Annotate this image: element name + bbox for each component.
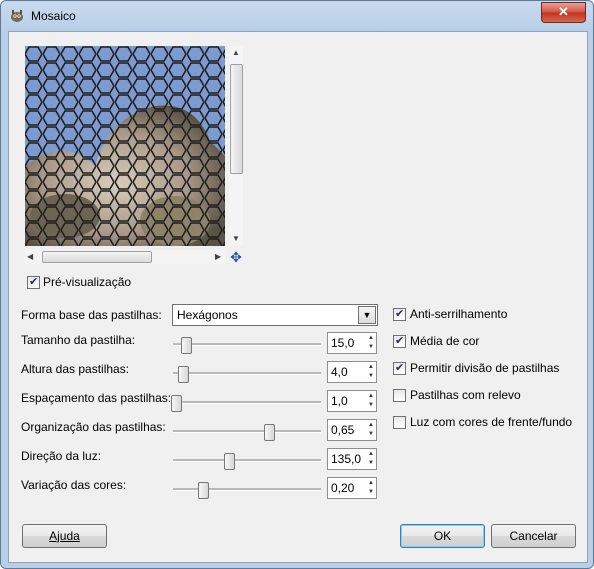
value-spinbox[interactable]: 135,0 ▲ ▼ bbox=[327, 448, 377, 470]
option-label[interactable]: Média de cor bbox=[410, 334, 479, 348]
horizontal-scroll-thumb[interactable] bbox=[42, 251, 152, 263]
tile-geometry-value: Hexágonos bbox=[177, 308, 238, 322]
spin-up-icon[interactable]: ▲ bbox=[367, 392, 375, 401]
option-checkbox[interactable] bbox=[393, 389, 406, 402]
value-spinbox[interactable]: 1,0 ▲ ▼ bbox=[327, 390, 377, 412]
preview-image[interactable] bbox=[25, 46, 225, 246]
help-button-label: Ajuda bbox=[49, 529, 80, 543]
cancel-button-label: Cancelar bbox=[509, 529, 558, 543]
value-spinbox[interactable]: 15,0 ▲ ▼ bbox=[327, 332, 377, 354]
spin-down-icon[interactable]: ▼ bbox=[367, 430, 375, 439]
spin-down-icon[interactable]: ▼ bbox=[367, 459, 375, 468]
slider-track[interactable] bbox=[173, 482, 321, 499]
slider-track[interactable] bbox=[173, 453, 321, 470]
spinbox-value[interactable]: 0,65 bbox=[331, 423, 354, 437]
slider-track[interactable] bbox=[173, 424, 321, 441]
option-label[interactable]: Permitir divisão de pastilhas bbox=[410, 361, 559, 375]
preview-vertical-scrollbar[interactable]: ▲ ▼ bbox=[229, 46, 243, 246]
spinbox-value[interactable]: 135,0 bbox=[331, 452, 361, 466]
spin-up-icon[interactable]: ▲ bbox=[367, 421, 375, 430]
title-bar: Mosaico ✕ bbox=[1, 1, 593, 31]
spinbox-value[interactable]: 15,0 bbox=[331, 336, 354, 350]
value-spinbox[interactable]: 0,65 ▲ ▼ bbox=[327, 419, 377, 441]
dialog-content: ▲ ▼ ◀ ▶ ✥ Pré-visualização Forma base da… bbox=[8, 31, 588, 563]
help-button[interactable]: Ajuda bbox=[22, 524, 107, 548]
option-label[interactable]: Pastilhas com relevo bbox=[410, 388, 521, 402]
chevron-down-icon[interactable]: ▼ bbox=[358, 306, 376, 324]
spinbox-value[interactable]: 1,0 bbox=[331, 394, 348, 408]
slider-label: Organização das pastilhas: bbox=[21, 420, 166, 434]
preview-label[interactable]: Pré-visualização bbox=[43, 275, 131, 289]
close-icon: ✕ bbox=[558, 4, 569, 19]
slider-track[interactable] bbox=[173, 366, 321, 383]
preview-horizontal-scrollbar[interactable]: ◀ ▶ bbox=[25, 250, 225, 264]
window-title: Mosaico bbox=[31, 9, 76, 23]
spin-up-icon[interactable]: ▲ bbox=[367, 479, 375, 488]
slider-track[interactable] bbox=[173, 337, 321, 354]
spin-down-icon[interactable]: ▼ bbox=[367, 372, 375, 381]
slider-handle[interactable] bbox=[197, 482, 209, 499]
cancel-button[interactable]: Cancelar bbox=[491, 524, 576, 548]
spin-up-icon[interactable]: ▲ bbox=[367, 334, 375, 343]
option-checkbox[interactable] bbox=[393, 334, 406, 348]
gimp-icon bbox=[11, 10, 23, 22]
option-checkbox[interactable] bbox=[393, 307, 406, 321]
value-spinbox[interactable]: 0,20 ▲ ▼ bbox=[327, 477, 377, 499]
preview-checkbox[interactable] bbox=[27, 275, 40, 289]
tile-geometry-select[interactable]: Hexágonos ▼ bbox=[172, 304, 378, 326]
vertical-scroll-thumb[interactable] bbox=[230, 64, 243, 174]
slider-handle[interactable] bbox=[178, 366, 190, 383]
spin-down-icon[interactable]: ▼ bbox=[367, 401, 375, 410]
option-checkbox[interactable] bbox=[393, 361, 406, 375]
scroll-right-icon[interactable]: ▶ bbox=[215, 252, 221, 261]
close-button[interactable]: ✕ bbox=[541, 2, 586, 23]
option-checkbox[interactable] bbox=[393, 416, 406, 429]
mosaic-preview-image bbox=[25, 46, 225, 246]
spin-down-icon[interactable]: ▼ bbox=[367, 488, 375, 497]
slider-label: Direção da luz: bbox=[21, 449, 102, 463]
slider-handle[interactable] bbox=[181, 337, 193, 354]
slider-label: Tamanho da pastilha: bbox=[21, 333, 136, 347]
slider-handle[interactable] bbox=[264, 424, 276, 441]
spin-up-icon[interactable]: ▲ bbox=[367, 363, 375, 372]
tile-geometry-label: Forma base das pastilhas: bbox=[21, 308, 162, 322]
spin-down-icon[interactable]: ▼ bbox=[367, 343, 375, 352]
option-label[interactable]: Anti-serrilhamento bbox=[410, 307, 507, 321]
scroll-down-icon[interactable]: ▼ bbox=[232, 234, 240, 243]
spin-up-icon[interactable]: ▲ bbox=[367, 450, 375, 459]
scroll-left-icon[interactable]: ◀ bbox=[27, 252, 33, 261]
value-spinbox[interactable]: 4,0 ▲ ▼ bbox=[327, 361, 377, 383]
move-arrows-icon[interactable]: ✥ bbox=[229, 250, 243, 264]
slider-label: Variação das cores: bbox=[21, 478, 127, 492]
slider-label: Espaçamento das pastilhas: bbox=[21, 391, 172, 405]
dialog-window: Mosaico ✕ ▲ ▼ ◀ ▶ ✥ ✔ Pré-visualização F… bbox=[0, 0, 594, 569]
spinbox-value[interactable]: 4,0 bbox=[331, 365, 348, 379]
scroll-up-icon[interactable]: ▲ bbox=[232, 48, 240, 57]
ok-button-label: OK bbox=[433, 529, 452, 543]
slider-label: Altura das pastilhas: bbox=[21, 362, 130, 376]
option-label[interactable]: Luz com cores de frente/fundo bbox=[410, 415, 572, 429]
ok-button[interactable]: OK bbox=[400, 524, 485, 548]
spinbox-value[interactable]: 0,20 bbox=[331, 481, 354, 495]
slider-track[interactable] bbox=[170, 395, 321, 412]
slider-handle[interactable] bbox=[223, 453, 235, 470]
slider-handle[interactable] bbox=[170, 395, 182, 412]
